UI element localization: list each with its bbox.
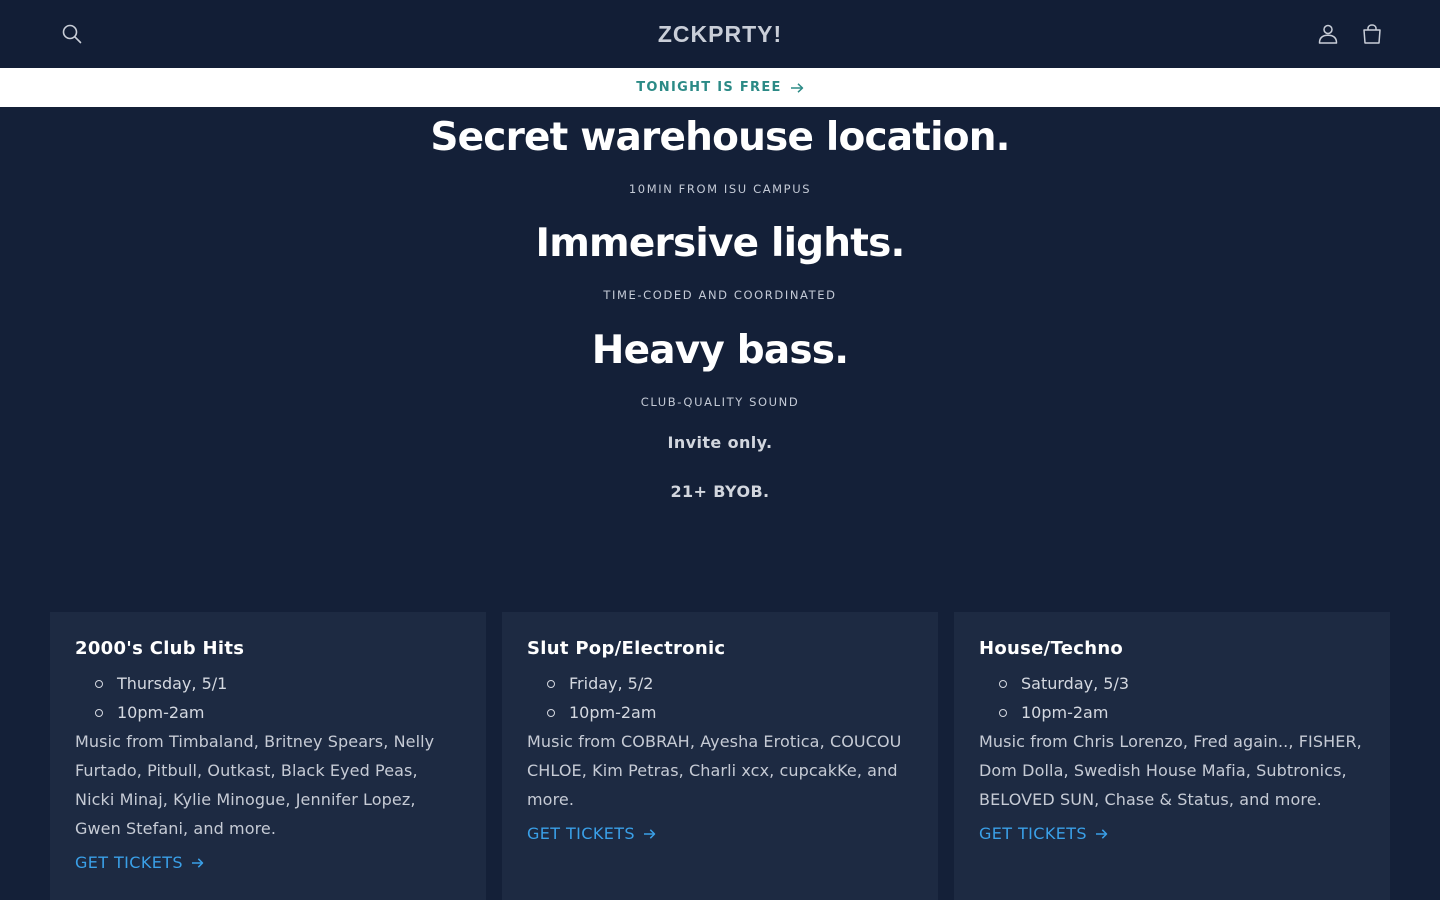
event-card: House/Techno Saturday, 5/3 10pm-2am Musi… <box>954 612 1390 900</box>
cart-icon <box>1361 23 1383 45</box>
announcement-text: TONIGHT IS FREE <box>636 80 782 95</box>
arrow-right-icon <box>790 82 804 94</box>
event-details: Saturday, 5/3 10pm-2am <box>999 669 1365 727</box>
event-time: 10pm-2am <box>547 698 913 727</box>
get-tickets-button[interactable]: GET TICKETS <box>979 824 1108 843</box>
event-card: 2000's Club Hits Thursday, 5/1 10pm-2am … <box>50 612 486 900</box>
hero-title-1: Secret warehouse location. <box>430 115 1010 160</box>
event-title: House/Techno <box>979 638 1124 659</box>
event-time: 10pm-2am <box>999 698 1365 727</box>
get-tickets-button[interactable]: GET TICKETS <box>527 824 656 843</box>
hero-note-invite: Invite only. <box>667 433 773 452</box>
hero-subtitle-3: CLUB-QUALITY SOUND <box>640 395 800 409</box>
event-details: Thursday, 5/1 10pm-2am <box>95 669 461 727</box>
arrow-right-icon <box>1095 828 1108 840</box>
event-day: Friday, 5/2 <box>547 669 913 698</box>
get-tickets-label: GET TICKETS <box>979 824 1087 843</box>
event-description: Music from Timbaland, Britney Spears, Ne… <box>75 732 435 838</box>
search-button[interactable] <box>58 20 86 48</box>
get-tickets-label: GET TICKETS <box>527 824 635 843</box>
event-card: Slut Pop/Electronic Friday, 5/2 10pm-2am… <box>502 612 938 900</box>
site-header: ZCKPRTY! <box>0 0 1440 68</box>
event-title: 2000's Club Hits <box>75 638 245 659</box>
cart-button[interactable] <box>1358 20 1386 48</box>
account-button[interactable] <box>1314 20 1342 48</box>
site-logo-wrap: ZCKPRTY! <box>0 0 1440 68</box>
arrow-right-icon <box>191 857 204 869</box>
event-time: 10pm-2am <box>95 698 461 727</box>
get-tickets-label: GET TICKETS <box>75 853 183 872</box>
announcement-link[interactable]: TONIGHT IS FREE <box>636 80 803 95</box>
account-icon <box>1317 23 1339 45</box>
hero-subtitle-1: 10MIN FROM ISU CAMPUS <box>628 182 812 196</box>
event-description: Music from Chris Lorenzo, Fred again.., … <box>979 732 1362 809</box>
event-description: Music from COBRAH, Ayesha Erotica, COUCO… <box>527 732 902 809</box>
hero-title-3: Heavy bass. <box>591 328 849 373</box>
event-day: Thursday, 5/1 <box>95 669 461 698</box>
arrow-right-icon <box>643 828 656 840</box>
event-title: Slut Pop/Electronic <box>527 638 726 659</box>
hero-subtitle-2: TIME-CODED AND COORDINATED <box>603 288 837 302</box>
search-icon <box>61 23 83 45</box>
announcement-bar: TONIGHT IS FREE <box>0 68 1440 107</box>
site-logo[interactable]: ZCKPRTY! <box>658 21 782 48</box>
event-details: Friday, 5/2 10pm-2am <box>547 669 913 727</box>
get-tickets-button[interactable]: GET TICKETS <box>75 853 204 872</box>
hero-title-2: Immersive lights. <box>535 221 906 266</box>
hero-note-byob: 21+ BYOB. <box>670 482 770 501</box>
event-day: Saturday, 5/3 <box>999 669 1365 698</box>
